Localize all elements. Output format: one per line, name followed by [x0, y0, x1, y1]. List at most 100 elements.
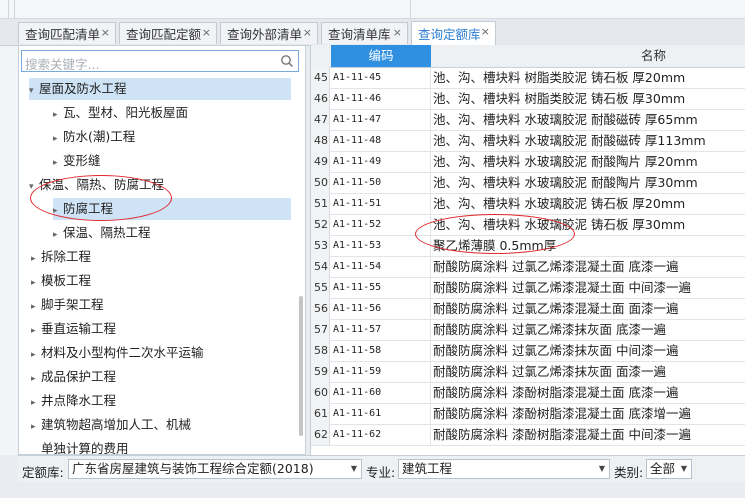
table-row[interactable]: 60 A1-11-60 耐酸防腐涂料 漆酚树脂漆混凝土面 底漆一遍 [311, 382, 745, 404]
tab-label: 查询定额库 [418, 27, 481, 42]
collapsed-arrow-icon[interactable]: ▸ [31, 320, 41, 342]
row-number: 45 [311, 67, 330, 88]
quota-name: 耐酸防腐涂料 过氯乙烯漆混凝土面 底漆一遍 [433, 259, 679, 274]
table-row[interactable]: 55 A1-11-55 耐酸防腐涂料 过氯乙烯漆混凝土面 中间漆一遍 [311, 277, 745, 299]
close-icon[interactable]: × [303, 26, 312, 39]
category-label: 类别: [614, 465, 644, 480]
table-row[interactable]: 62 A1-11-62 耐酸防腐涂料 漆酚树脂漆混凝土面 中间漆一遍 [311, 424, 745, 446]
dropdown-arrow-icon: ▼ [598, 464, 605, 473]
tree-node-scaffold[interactable]: ▸ 脚手架工程 [31, 294, 104, 316]
table-row[interactable]: 58 A1-11-58 耐酸防腐涂料 过氯乙烯漆抹灰面 中间漆一遍 [311, 340, 745, 362]
column-header-name[interactable]: 名称 [641, 45, 666, 67]
quota-code: A1-11-57 [331, 319, 431, 340]
row-number: 48 [311, 130, 330, 151]
tree-node-insulation-anticorrosion[interactable]: ▾ 保温、隔热、防腐工程 [29, 174, 164, 196]
tab-label: 查询匹配定额 [126, 27, 202, 42]
search-icon[interactable] [280, 54, 294, 68]
tree-node-anticorrosion[interactable]: ▸ 防腐工程 [53, 198, 291, 220]
quota-name: 耐酸防腐涂料 过氯乙烯漆混凝土面 中间漆一遍 [433, 280, 691, 295]
collapsed-arrow-icon[interactable]: ▸ [31, 416, 41, 438]
quota-library-select[interactable]: 广东省房屋建筑与装饰工程综合定额(2018) ▼ [68, 459, 362, 479]
tab-query-match-list[interactable]: 查询匹配清单 × [18, 22, 116, 44]
search-placeholder: 搜索关键字... [25, 57, 100, 72]
row-number: 52 [311, 214, 330, 235]
table-row[interactable]: 54 A1-11-54 耐酸防腐涂料 过氯乙烯漆混凝土面 底漆一遍 [311, 256, 745, 278]
quota-name: 聚乙烯薄膜 0.5mm厚 [433, 238, 557, 253]
table-header: 编码 名称 [311, 45, 745, 68]
quota-code: A1-11-54 [331, 256, 431, 277]
tree-node-insulation[interactable]: ▸ 保温、隔热工程 [53, 222, 151, 244]
tree-scrollbar[interactable] [299, 296, 303, 436]
tab-query-match-quota[interactable]: 查询匹配定额 × [119, 22, 217, 44]
collapsed-arrow-icon[interactable]: ▸ [53, 224, 63, 246]
collapsed-arrow-icon[interactable]: ▸ [31, 344, 41, 366]
table-row[interactable]: 49 A1-11-49 池、沟、槽块料 水玻璃胶泥 耐酸陶片 厚20mm [311, 151, 745, 173]
collapsed-arrow-icon[interactable]: ▸ [53, 104, 63, 126]
tree-node-super-height[interactable]: ▸ 建筑物超高增加人工、机械 [31, 414, 191, 436]
close-icon[interactable]: × [202, 26, 211, 39]
table-row[interactable]: 51 A1-11-51 池、沟、槽块料 水玻璃胶泥 铸石板 厚20mm [311, 193, 745, 215]
table-row[interactable]: 61 A1-11-61 耐酸防腐涂料 漆酚树脂漆混凝土面 底漆增一遍 [311, 403, 745, 425]
collapsed-arrow-icon[interactable]: ▸ [31, 272, 41, 294]
row-number: 59 [311, 361, 330, 382]
left-edge-panel [0, 45, 19, 455]
collapsed-arrow-icon[interactable]: ▸ [53, 152, 63, 174]
collapsed-arrow-icon[interactable]: ▸ [31, 368, 41, 390]
table-row[interactable]: 46 A1-11-46 池、沟、槽块料 树脂类胶泥 铸石板 厚30mm [311, 88, 745, 110]
expanded-arrow-icon[interactable]: ▾ [29, 80, 39, 102]
expanded-arrow-icon[interactable]: ▾ [29, 176, 39, 198]
row-number: 61 [311, 403, 330, 424]
tree-node-secondary-transport[interactable]: ▸ 材料及小型构件二次水平运输 [31, 342, 204, 364]
close-icon[interactable]: × [481, 25, 490, 38]
close-icon[interactable]: × [101, 26, 110, 39]
major-select[interactable]: 建筑工程 ▼ [398, 459, 610, 479]
tab-query-external-list[interactable]: 查询外部清单 × [220, 22, 318, 44]
tree-node-tile-roof[interactable]: ▸ 瓦、型材、阳光板屋面 [53, 102, 188, 124]
major-label: 专业: [366, 465, 396, 480]
dropdown-arrow-icon: ▼ [680, 464, 687, 473]
top-toolbar-strip [0, 0, 745, 19]
tree-node-waterproof[interactable]: ▸ 防水(潮)工程 [53, 126, 135, 148]
category-select[interactable]: 全部 ▼ [646, 459, 692, 479]
tree-node-formwork[interactable]: ▸ 模板工程 [31, 270, 91, 292]
tree-node-well-dewatering[interactable]: ▸ 井点降水工程 [31, 390, 116, 412]
collapsed-arrow-icon[interactable]: ▸ [31, 248, 41, 270]
tree-node-separate-fees[interactable]: 单独计算的费用 [31, 438, 129, 454]
collapsed-arrow-icon[interactable]: ▸ [53, 128, 63, 150]
table-row[interactable]: 56 A1-11-56 耐酸防腐涂料 过氯乙烯漆混凝土面 面漆一遍 [311, 298, 745, 320]
table-row[interactable]: 52 A1-11-52 池、沟、槽块料 水玻璃胶泥 铸石板 厚30mm [311, 214, 745, 236]
tab-query-list-library[interactable]: 查询清单库 × [321, 22, 408, 44]
table-row[interactable]: 53 A1-11-53 聚乙烯薄膜 0.5mm厚 [311, 235, 745, 257]
close-icon[interactable]: × [393, 26, 402, 39]
quota-code: A1-11-46 [331, 88, 431, 109]
tab-query-quota-library[interactable]: 查询定额库 × [411, 21, 496, 45]
table-row[interactable]: 59 A1-11-59 耐酸防腐涂料 过氯乙烯漆抹灰面 面漆一遍 [311, 361, 745, 383]
tree-node-demolition[interactable]: ▸ 拆除工程 [31, 246, 91, 268]
tree-node-product-protection[interactable]: ▸ 成品保护工程 [31, 366, 116, 388]
tree-node-deformation-joint[interactable]: ▸ 变形缝 [53, 150, 101, 172]
collapsed-arrow-icon[interactable]: ▸ [53, 200, 63, 222]
table-row[interactable]: 57 A1-11-57 耐酸防腐涂料 过氯乙烯漆抹灰面 底漆一遍 [311, 319, 745, 341]
quota-code: A1-11-45 [331, 67, 431, 88]
tree-node-roof-waterproof[interactable]: ▾ 屋面及防水工程 [29, 78, 291, 100]
row-number: 56 [311, 298, 330, 319]
table-row[interactable]: 45 A1-11-45 池、沟、槽块料 树脂类胶泥 铸石板 厚20mm [311, 67, 745, 89]
search-input[interactable]: 搜索关键字... [21, 50, 299, 72]
quota-name: 池、沟、槽块料 树脂类胶泥 铸石板 厚30mm [433, 91, 686, 106]
row-number: 57 [311, 319, 330, 340]
quota-code: A1-11-52 [331, 214, 431, 235]
quota-code: A1-11-59 [331, 361, 431, 382]
status-bar [0, 482, 745, 498]
tab-bar: 查询匹配清单 × 查询匹配定额 × 查询外部清单 × 查询清单库 × 查询定额库… [0, 19, 745, 46]
category-tree-panel: 搜索关键字... ▾ 屋面及防水工程 ▸ 瓦、型材、阳光板屋面 ▸ 防水(潮)工程 ▸… [18, 45, 306, 455]
table-row[interactable]: 50 A1-11-50 池、沟、槽块料 水玻璃胶泥 耐酸陶片 厚30mm [311, 172, 745, 194]
quota-code: A1-11-62 [331, 424, 431, 445]
quota-code: A1-11-51 [331, 193, 431, 214]
column-header-code[interactable]: 编码 [331, 45, 431, 67]
collapsed-arrow-icon[interactable]: ▸ [31, 392, 41, 414]
quota-code: A1-11-47 [331, 109, 431, 130]
table-row[interactable]: 48 A1-11-48 池、沟、槽块料 水玻璃胶泥 耐酸磁砖 厚113mm [311, 130, 745, 152]
table-row[interactable]: 47 A1-11-47 池、沟、槽块料 水玻璃胶泥 耐酸磁砖 厚65mm [311, 109, 745, 131]
tree-node-vertical-transport[interactable]: ▸ 垂直运输工程 [31, 318, 116, 340]
collapsed-arrow-icon[interactable]: ▸ [31, 296, 41, 318]
